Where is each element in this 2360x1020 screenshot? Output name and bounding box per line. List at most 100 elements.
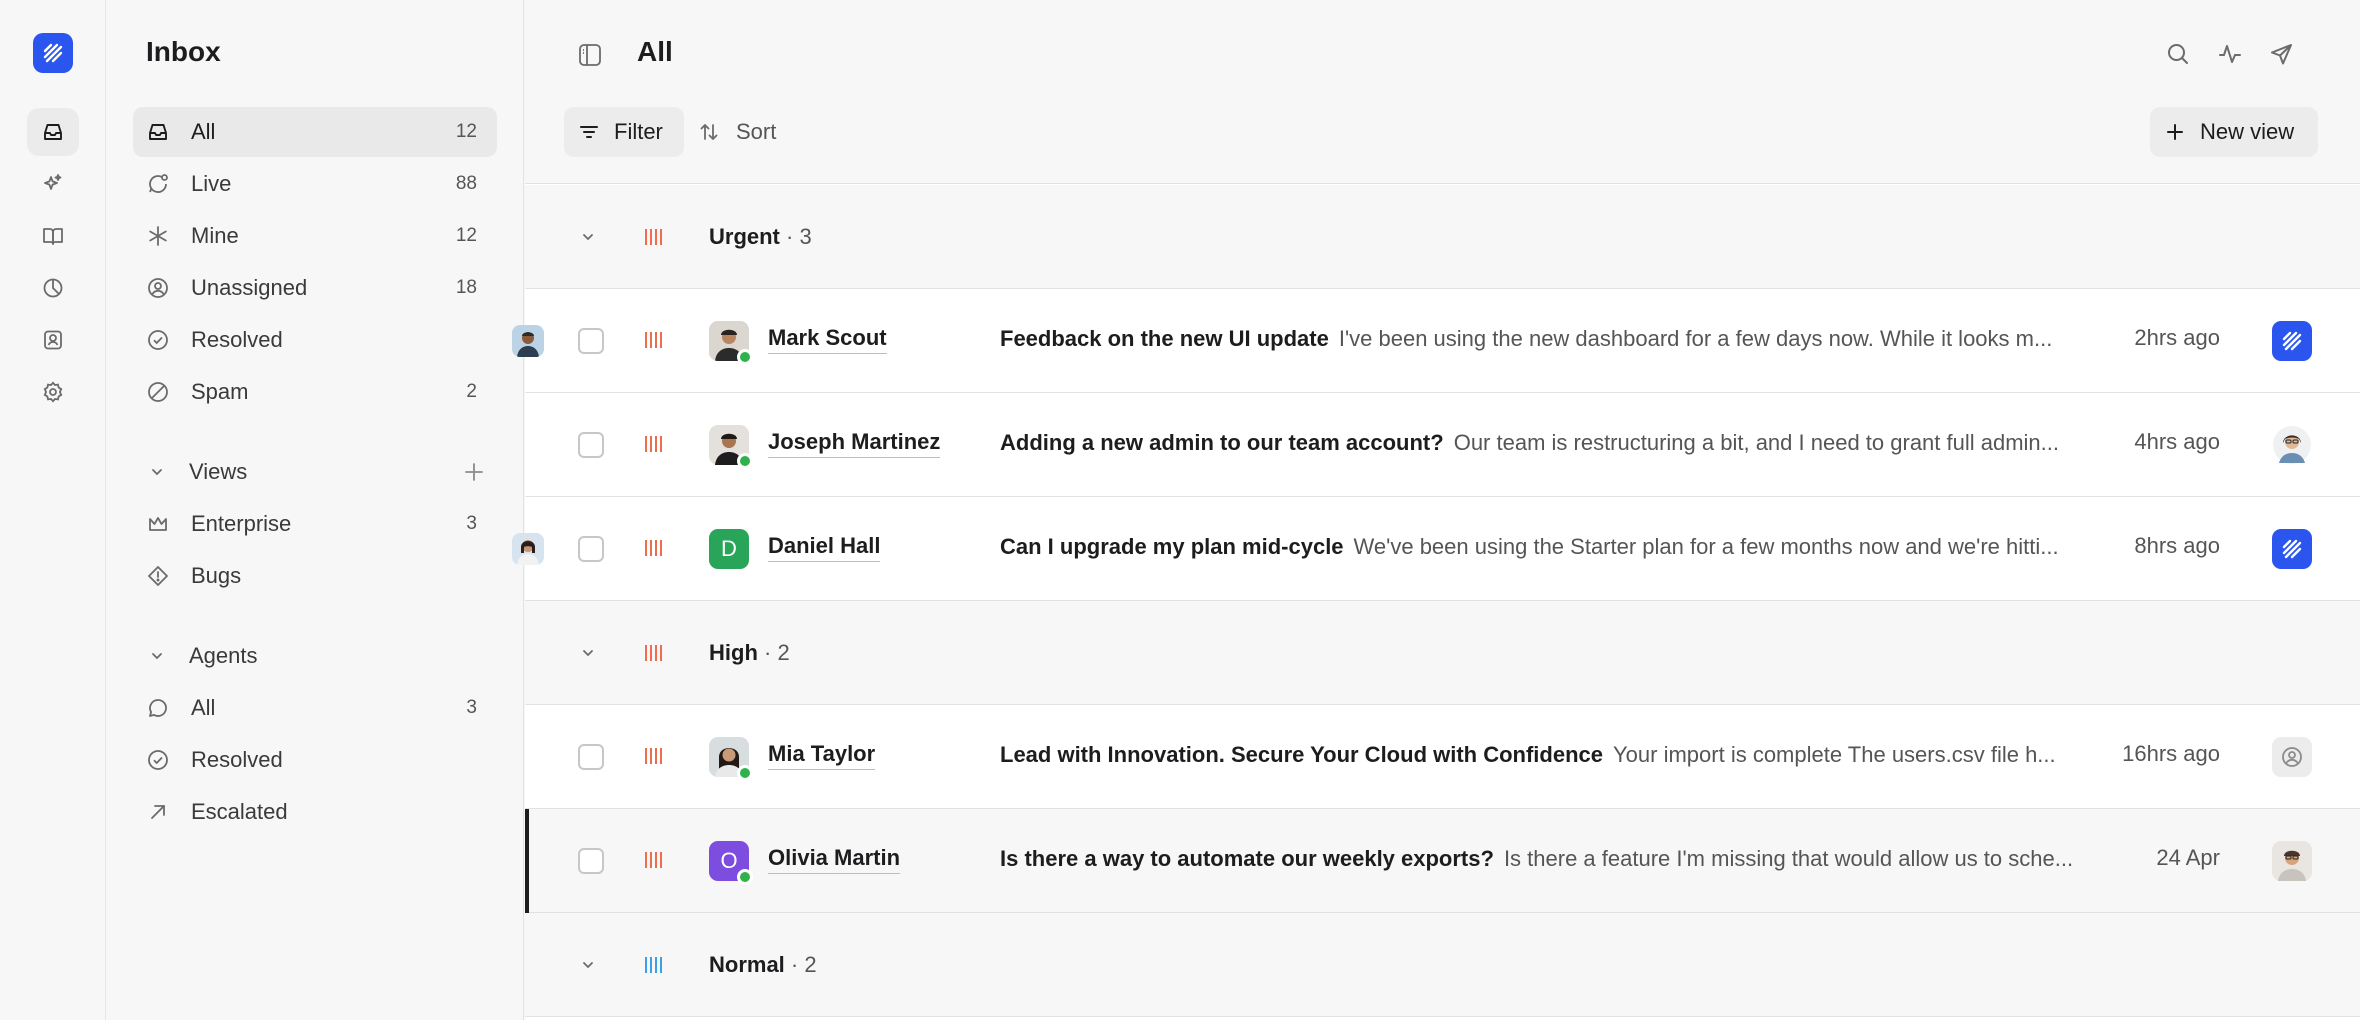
inbox-icon [145,119,171,145]
section-label: Views [189,459,248,484]
assignee-bot-icon[interactable] [2272,529,2312,569]
priority-urgent-icon [645,228,662,245]
timestamp: 4hrs ago [2134,429,2220,454]
message-summary: Feedback on the new UI update I've been u… [1000,326,2053,351]
contact-name[interactable]: Daniel Hall [768,533,881,562]
group-header-high[interactable]: High · 2 [525,601,2360,705]
sidebar-title: Inbox [146,36,221,67]
sort-icon [700,124,718,140]
row-checkbox[interactable] [578,848,604,874]
sidebar-item-resolved[interactable]: Resolved [133,315,497,365]
activity-button[interactable] [2214,38,2246,70]
rail-reports-button[interactable] [27,264,79,312]
timestamp: 16hrs ago [2122,741,2220,766]
plus-icon[interactable] [463,461,485,483]
row-checkbox[interactable] [578,744,604,770]
group-header-urgent[interactable]: Urgent · 3 [525,185,2360,289]
new-view-button[interactable]: New view [2150,107,2318,157]
sidebar-item-count: 3 [466,513,477,534]
sidebar-item-bugs[interactable]: Bugs [133,551,497,601]
sort-button[interactable]: Sort [698,107,776,157]
sidebar-item-label: All [191,119,216,144]
assignee-avatar[interactable] [2272,841,2312,881]
viewer-avatar [512,325,544,357]
sidebar-item-count: 18 [455,277,477,298]
group-name: High · 2 [709,639,790,665]
sidebar-item-agents-all[interactable]: All 3 [133,683,497,733]
conversation-row[interactable]: O Olivia Martin Is there a way to automa… [525,809,2360,913]
sidebar-item-label: Bugs [191,563,242,588]
sidebar-item-label: Escalated [191,799,288,824]
sidebar-item-all[interactable]: All 12 [133,107,497,157]
app-logo-icon[interactable] [33,33,73,73]
rail-ai-button[interactable] [27,160,79,208]
sidebar-item-agents-escalated[interactable]: Escalated [133,787,497,837]
online-indicator [737,765,753,781]
section-label: Agents [189,643,258,668]
priority-high-icon [645,852,662,868]
sidebar-item-count: 88 [455,173,477,194]
sidebar-panel-icon [579,44,601,66]
block-icon [145,379,171,405]
chevron-down-icon [583,233,593,240]
page-title: All [637,36,673,67]
priority-high-icon [645,748,662,764]
chevron-down-icon [152,469,162,476]
rail-inbox-button[interactable] [27,108,79,156]
sidebar-item-enterprise[interactable]: Enterprise 3 [133,499,497,549]
sparkle-icon [44,174,62,190]
message-summary: Lead with Innovation. Secure Your Cloud … [1000,742,2056,767]
conversation-row[interactable]: Joseph Martinez Adding a new admin to ou… [525,393,2360,497]
new-view-label: New view [2200,119,2295,144]
sidebar-item-count: 12 [455,225,477,246]
search-button[interactable] [2162,38,2194,70]
contact-name[interactable]: Joseph Martinez [768,429,941,458]
sidebar-item-label: Spam [191,379,249,404]
sidebar-item-label: Mine [191,223,239,248]
conversation-row[interactable]: Mia Taylor Lead with Innovation. Secure … [525,705,2360,809]
filter-button[interactable]: Filter [564,107,684,157]
avatar [709,321,753,365]
sidebar-item-spam[interactable]: Spam 2 [133,367,497,417]
priority-urgent-icon [645,332,662,348]
assignee-avatar[interactable] [2272,425,2312,465]
contact-name[interactable]: Mark Scout [768,325,887,354]
filter-label: Filter [614,119,663,144]
sidebar-item-unassigned[interactable]: Unassigned 18 [133,263,497,313]
conversation-row[interactable]: Mark Scout Feedback on the new UI update… [512,289,2360,393]
plus-icon [2167,124,2183,140]
sidebar-item-live[interactable]: Live 88 [133,159,497,209]
contact-name[interactable]: Olivia Martin [768,845,901,874]
chat-bubble-icon [145,695,171,721]
timestamp: 8hrs ago [2134,533,2220,558]
timestamp: 24 Apr [2156,845,2220,870]
rail-settings-button[interactable] [27,368,79,416]
priority-urgent-icon [645,540,662,556]
priority-normal-icon [645,956,662,973]
sidebar-item-label: Resolved [191,747,283,772]
conversation-row[interactable]: D Daniel Hall Can I upgrade my plan mid-… [512,497,2360,601]
compose-button[interactable] [2266,38,2298,70]
row-checkbox[interactable] [578,536,604,562]
toggle-sidebar-button[interactable] [575,40,605,70]
sidebar-item-agents-resolved[interactable]: Resolved [133,735,497,785]
chevron-down-icon [152,653,162,660]
contact-name[interactable]: Mia Taylor [768,741,876,770]
chevron-down-icon [583,961,593,968]
row-checkbox[interactable] [578,432,604,458]
sidebar-section-agents[interactable]: Agents [133,636,497,676]
live-chat-icon [145,171,171,197]
sidebar-section-views[interactable]: Views [133,452,497,492]
arrow-up-right-icon [145,799,171,825]
assignee-bot-icon[interactable] [2272,321,2312,361]
group-name: Urgent · 3 [709,223,812,249]
assignee-unassigned[interactable] [2272,737,2312,777]
sidebar-item-mine[interactable]: Mine 12 [133,211,497,261]
group-header-normal[interactable]: Normal · 2 [525,913,2360,1017]
avatar [709,425,753,469]
rail-knowledge-button[interactable] [27,212,79,260]
rail-contacts-button[interactable] [27,316,79,364]
row-checkbox[interactable] [578,328,604,354]
sidebar-item-count: 2 [466,381,477,402]
sidebar-item-count: 3 [466,697,477,718]
